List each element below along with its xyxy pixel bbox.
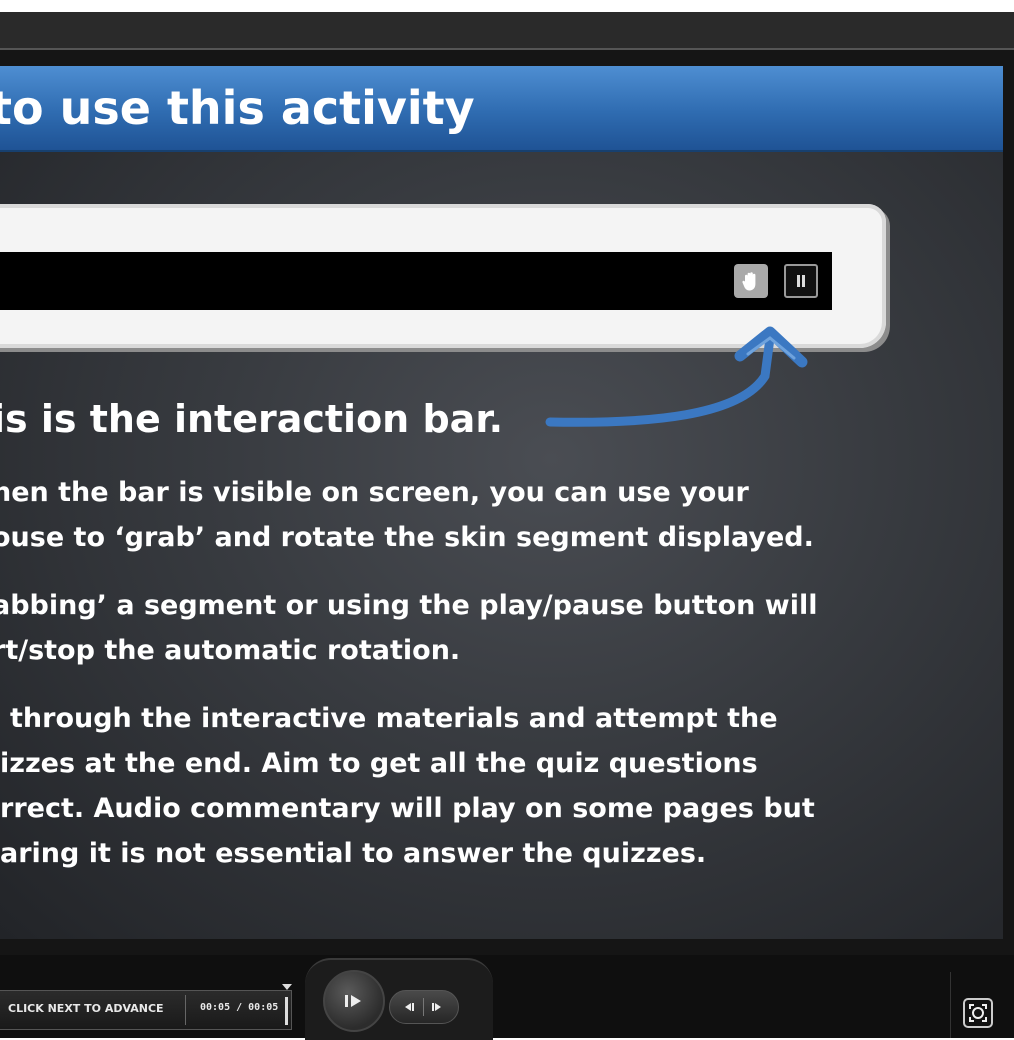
fullscreen-button[interactable] xyxy=(963,998,993,1028)
play-icon xyxy=(345,995,361,1007)
next-button[interactable] xyxy=(424,994,450,1020)
paragraph-2: abbing’ a segment or using the play/paus… xyxy=(0,583,892,673)
paragraph-line: izzes at the end. Aim to get all the qui… xyxy=(0,748,758,779)
play-button[interactable] xyxy=(323,970,385,1032)
paragraph-line: ouse to ‘grab’ and rotate the skin segme… xyxy=(0,522,814,553)
pause-icon xyxy=(784,264,818,298)
paragraph-1: hen the bar is visible on screen, you ca… xyxy=(0,470,892,560)
paragraph-line: abbing’ a segment or using the play/paus… xyxy=(0,590,818,621)
paragraph-line: rrect. Audio commentary will play on som… xyxy=(0,793,815,824)
paragraph-3: through the interactive materials and at… xyxy=(0,696,900,876)
next-icon xyxy=(432,1003,441,1011)
status-label: CLICK NEXT TO ADVANCE xyxy=(8,1002,164,1015)
paragraph-line: hen the bar is visible on screen, you ca… xyxy=(0,477,749,508)
slide-title: to use this activity xyxy=(0,81,475,135)
slide-title-band: to use this activity xyxy=(0,66,1003,152)
previous-icon xyxy=(405,1003,414,1011)
paragraph-line: aring it is not essential to answer the … xyxy=(0,838,707,869)
control-separator xyxy=(950,972,951,1038)
fullscreen-icon xyxy=(969,1004,987,1022)
hand-icon xyxy=(734,264,768,298)
slide-heading: is is the interaction bar. xyxy=(0,397,504,441)
time-display: 00:05 / 00:05 xyxy=(200,1002,279,1013)
paragraph-line: rt/stop the automatic rotation. xyxy=(0,635,461,666)
pointer-arrow xyxy=(545,326,808,427)
paragraph-line: through the interactive materials and at… xyxy=(10,703,778,734)
status-separator xyxy=(185,995,186,1025)
volume-marker-icon[interactable] xyxy=(282,984,292,990)
previous-button[interactable] xyxy=(396,994,422,1020)
slide-canvas: to use this activity is is the interacti… xyxy=(0,66,1003,939)
interaction-bar-example xyxy=(0,252,832,310)
volume-slider[interactable] xyxy=(285,997,288,1025)
player-top-bar xyxy=(0,12,1014,50)
